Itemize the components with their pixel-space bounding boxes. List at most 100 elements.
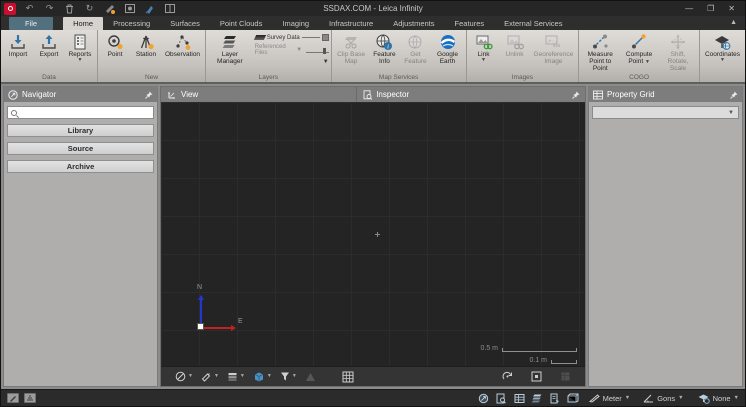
navigator-pin-icon[interactable] xyxy=(145,91,153,99)
camera-box-icon[interactable] xyxy=(123,3,136,14)
property-grid-icon xyxy=(593,90,603,100)
undo-icon[interactable]: ↶ xyxy=(23,3,36,14)
coordinates-button[interactable]: Coordinates ▼ xyxy=(702,31,743,62)
toggle-layers-icon[interactable] xyxy=(531,392,544,404)
property-grid-body: ▼ xyxy=(589,102,742,386)
toggle-views-icon[interactable] xyxy=(567,392,580,404)
navigator-item-library[interactable]: Library xyxy=(7,124,154,137)
import-icon xyxy=(9,33,27,51)
measure-point-to-point-button[interactable]: Measure Point to Point xyxy=(581,31,619,72)
search-input[interactable] xyxy=(20,108,150,117)
toggle-inspector-icon[interactable] xyxy=(495,392,508,404)
status-notes-button[interactable] xyxy=(7,393,19,403)
distance-unit-selector[interactable]: Meter ▼ xyxy=(585,394,635,403)
compute-point-button[interactable]: Compute Point ▼ xyxy=(620,31,658,65)
tab-features[interactable]: Features xyxy=(445,17,495,30)
pin-view-icon[interactable] xyxy=(143,3,156,14)
group-label-map-services: Map Services xyxy=(334,73,464,82)
measure-tool-button[interactable]: ▼ xyxy=(199,370,221,383)
restore-button[interactable]: ❐ xyxy=(707,5,714,13)
coordinate-system-selector[interactable]: None ▼ xyxy=(693,393,739,404)
tab-view[interactable]: View xyxy=(161,87,204,102)
tab-external-services[interactable]: External Services xyxy=(494,17,572,30)
navigator-title: Navigator xyxy=(22,90,56,99)
new-point-button[interactable]: Point xyxy=(100,31,130,58)
property-grid-title: Property Grid xyxy=(607,90,655,99)
ribbon-group-data: Import Export Reports ▼ Data xyxy=(1,30,98,82)
view-tab-icon xyxy=(167,90,177,100)
view-3d-button[interactable]: ▼ xyxy=(251,370,274,383)
clip-base-map-button[interactable]: Clip Base Map xyxy=(334,31,369,65)
reports-button[interactable]: Reports ▼ xyxy=(65,31,95,62)
zoom-extents-button[interactable] xyxy=(529,370,544,383)
layer-manager-button[interactable]: Layer Manager xyxy=(208,31,252,65)
filter-button[interactable]: ▼ xyxy=(278,370,299,383)
new-station-button[interactable]: Station xyxy=(131,31,161,58)
redo-icon[interactable]: ↷ xyxy=(43,3,56,14)
minimize-button[interactable]: — xyxy=(685,5,693,13)
ribbon-group-new: Point Station Observation New xyxy=(98,30,206,82)
layer-style-icon[interactable] xyxy=(322,34,329,41)
collapse-ribbon-icon[interactable]: ▲ xyxy=(730,19,737,26)
close-button[interactable]: ✕ xyxy=(728,5,735,13)
get-feature-button[interactable]: Get Feature xyxy=(400,31,430,65)
toggle-navigator-icon[interactable] xyxy=(477,392,490,404)
status-messages-button[interactable] xyxy=(24,393,36,403)
import-button[interactable]: Import xyxy=(3,31,33,58)
unlink-image-button[interactable]: Unlink xyxy=(500,31,530,58)
sync-icon[interactable]: ↻ xyxy=(83,3,96,14)
observation-icon xyxy=(174,33,192,51)
scalebar-large: 0.5 m xyxy=(480,345,577,352)
feature-info-button[interactable]: i Feature Info xyxy=(369,31,399,65)
shift-rotate-scale-button[interactable]: Shift, Rotate, Scale xyxy=(659,31,697,72)
transparency-slider[interactable] xyxy=(306,48,329,53)
reset-rotation-button[interactable] xyxy=(500,370,515,383)
tab-adjustments[interactable]: Adjustments xyxy=(383,17,444,30)
station-icon xyxy=(137,33,155,51)
map-canvas[interactable]: N E 0.5 m 0.1 m xyxy=(161,102,585,366)
view-pin-icon[interactable] xyxy=(572,91,585,99)
tab-surfaces[interactable]: Surfaces xyxy=(160,17,210,30)
property-grid-pin-icon[interactable] xyxy=(730,91,738,99)
tab-inspector[interactable]: Inspector xyxy=(356,87,415,102)
angle-unit-icon xyxy=(643,394,654,403)
tab-file[interactable]: File xyxy=(9,17,53,30)
navigator-item-source[interactable]: Source xyxy=(7,142,154,155)
tab-imaging[interactable]: Imaging xyxy=(272,17,319,30)
grid-toggle-button[interactable] xyxy=(340,370,356,384)
snapshot-tool-icon[interactable] xyxy=(103,3,116,14)
navigator-item-archive[interactable]: Archive xyxy=(7,160,154,173)
tab-processing[interactable]: Processing xyxy=(103,17,160,30)
google-earth-button[interactable]: Google Earth xyxy=(431,31,463,65)
toggle-reports-icon[interactable] xyxy=(549,392,562,404)
tab-home[interactable]: Home xyxy=(63,17,103,30)
toggle-property-grid-icon[interactable] xyxy=(513,392,526,404)
tab-infrastructure[interactable]: Infrastructure xyxy=(319,17,383,30)
property-grid-panel: Property Grid ▼ xyxy=(588,86,743,387)
property-object-selector[interactable]: ▼ xyxy=(592,106,739,119)
reports-icon xyxy=(71,33,89,51)
navigator-search[interactable] xyxy=(7,106,154,119)
window-split-icon[interactable] xyxy=(163,3,176,14)
layers-more-dropdown-icon[interactable]: ▼ xyxy=(323,59,329,65)
link-image-button[interactable]: Link ▼ xyxy=(469,31,499,62)
navigation-cube-button[interactable] xyxy=(558,370,573,383)
new-observation-button[interactable]: Observation xyxy=(162,31,203,58)
layer-row-survey-data[interactable]: Survey Data xyxy=(255,34,329,41)
surface-toggle-button[interactable] xyxy=(303,371,318,383)
tab-point-clouds[interactable]: Point Clouds xyxy=(210,17,273,30)
referenced-files-dropdown[interactable]: Referenced Files ▼ xyxy=(255,44,329,56)
coordinate-system-dropdown-icon: ▼ xyxy=(734,395,739,401)
georeference-image-button[interactable]: Georeference Image xyxy=(531,31,577,65)
selection-mode-button[interactable]: ▼ xyxy=(173,370,195,383)
layer-visibility-dropdown-icon: ▼ xyxy=(240,374,245,379)
reports-dropdown-icon: ▼ xyxy=(78,58,83,62)
window-controls: — ❐ ✕ xyxy=(685,5,745,13)
app-logo-icon[interactable] xyxy=(4,3,16,15)
layer-swatch-icon xyxy=(254,35,266,40)
delete-icon[interactable] xyxy=(63,3,76,14)
ribbon: Import Export Reports ▼ Data xyxy=(1,30,745,84)
export-button[interactable]: Export xyxy=(34,31,64,58)
angle-unit-selector[interactable]: Gons ▼ xyxy=(639,394,687,403)
layer-visibility-button[interactable]: ▼ xyxy=(225,370,247,383)
